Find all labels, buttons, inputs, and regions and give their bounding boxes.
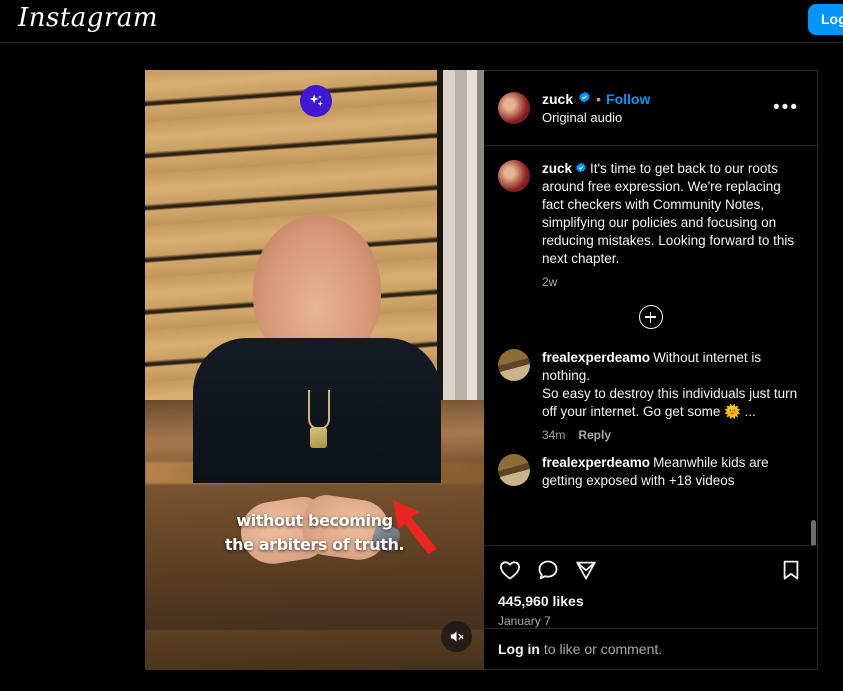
- caption-text: It's time to get back to our roots aroun…: [542, 161, 795, 266]
- commenter-avatar[interactable]: [498, 349, 530, 381]
- sparkle-icon[interactable]: [300, 85, 332, 117]
- audio-label[interactable]: Original audio: [542, 110, 769, 125]
- comment-text-row: frealexperdeamo Meanwhile kids are gettin…: [542, 454, 803, 490]
- login-prompt: Log in to like or comment.: [484, 628, 817, 669]
- reply-button[interactable]: Reply: [578, 428, 611, 442]
- mute-speaker-icon[interactable]: [441, 621, 472, 652]
- caption-meta: 2w: [542, 275, 803, 289]
- comment-body: frealexperdeamo Meanwhile kids are gettin…: [542, 454, 803, 490]
- comments-list[interactable]: zuck It's time to get back to our roots a…: [484, 146, 817, 545]
- author-avatar[interactable]: [498, 92, 530, 124]
- comment-body: frealexperdeamo Without internet is nothi…: [542, 349, 803, 442]
- more-options-icon[interactable]: •••: [769, 97, 803, 119]
- video-subject-necklace: [308, 390, 330, 430]
- login-prompt-text: to like or comment.: [540, 641, 663, 657]
- commenter-username[interactable]: frealexperdeamo: [542, 455, 650, 470]
- verified-badge-icon: [578, 91, 591, 107]
- verified-badge-icon: [575, 161, 590, 176]
- header-separator: •: [596, 91, 602, 107]
- post-video[interactable]: without becoming the arbiters of truth.: [145, 70, 484, 670]
- instagram-logo[interactable]: Instagram: [18, 3, 158, 33]
- share-paper-plane-icon[interactable]: [574, 558, 598, 582]
- commenter-username[interactable]: frealexperdeamo: [542, 350, 650, 365]
- post-caption: zuck It's time to get back to our roots a…: [498, 160, 803, 289]
- post-container: without becoming the arbiters of truth. …: [145, 70, 818, 670]
- follow-button[interactable]: Follow: [606, 91, 650, 107]
- caption-text-row: zuck It's time to get back to our roots a…: [542, 160, 803, 268]
- post-date: January 7: [498, 614, 551, 628]
- like-count[interactable]: 445,960 likes: [498, 593, 803, 609]
- plus-circle-icon[interactable]: [638, 305, 663, 329]
- video-floor: [145, 630, 484, 670]
- comment-meta: 34m Reply: [542, 428, 803, 442]
- caption-avatar[interactable]: [498, 160, 530, 192]
- video-subject-pendant: [310, 427, 327, 448]
- comment-timestamp: 34m: [542, 428, 566, 442]
- heart-icon[interactable]: [498, 558, 522, 582]
- commenter-avatar[interactable]: [498, 454, 530, 486]
- comment-text-row: frealexperdeamo Without internet is nothi…: [542, 349, 803, 421]
- top-navigation-bar: Instagram Log in: [0, 0, 843, 43]
- list-item: frealexperdeamo Without internet is nothi…: [498, 349, 803, 442]
- comments-scrollbar[interactable]: [811, 520, 816, 545]
- action-icon-row: [498, 558, 803, 582]
- comment-bubble-icon[interactable]: [536, 558, 560, 582]
- caption-timestamp: 2w: [542, 275, 558, 289]
- caption-username[interactable]: zuck: [542, 161, 572, 176]
- post-header-identity: zuck • Follow: [542, 91, 769, 107]
- post-side-panel: zuck • Follow Original audio ••• zuck It…: [484, 70, 818, 670]
- post-actions: 445,960 likes January 7: [484, 545, 817, 628]
- author-username[interactable]: zuck: [542, 91, 573, 107]
- red-arrow-annotation: [393, 500, 437, 554]
- caption-body: zuck It's time to get back to our roots a…: [542, 160, 803, 289]
- login-prompt-link[interactable]: Log in: [498, 641, 540, 657]
- list-item: frealexperdeamo Meanwhile kids are gettin…: [498, 454, 803, 490]
- bookmark-icon[interactable]: [779, 558, 803, 582]
- post-header-text: zuck • Follow Original audio: [542, 91, 769, 125]
- login-button[interactable]: Log in: [808, 4, 843, 35]
- post-header: zuck • Follow Original audio •••: [484, 71, 817, 146]
